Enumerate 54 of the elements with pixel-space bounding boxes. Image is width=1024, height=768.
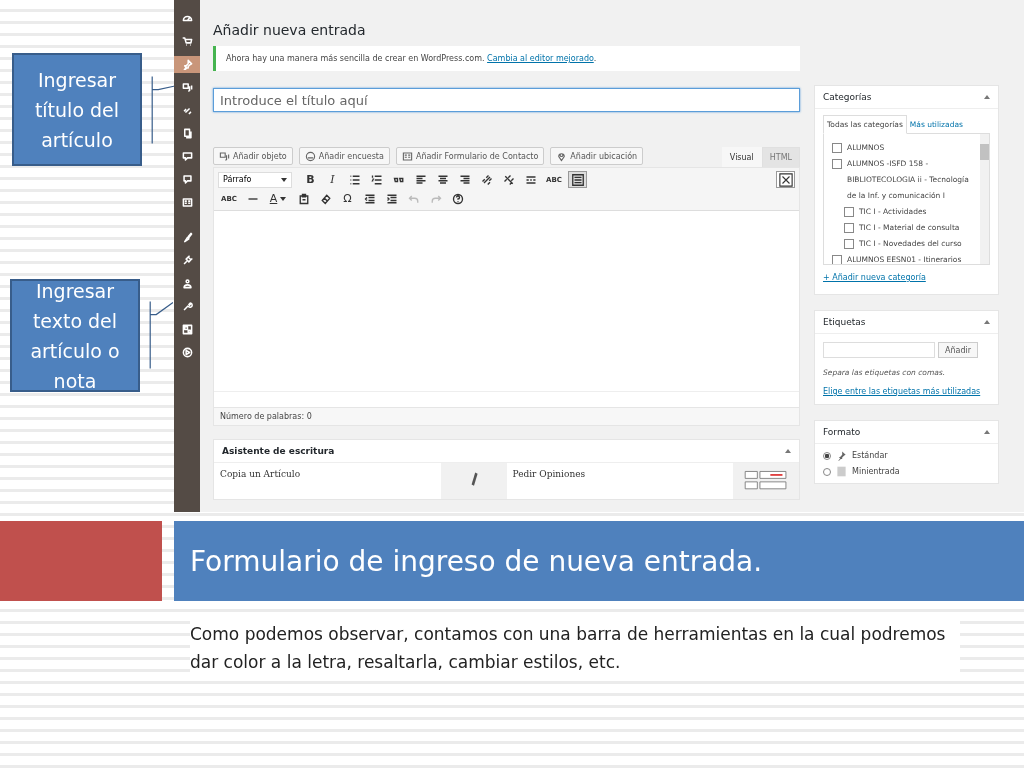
special-character-button[interactable]: Ω	[338, 190, 357, 207]
slide-title: Formulario de ingreso de nueva entrada.	[190, 544, 763, 578]
word-count: Número de palabras: 0	[214, 407, 799, 425]
title-field[interactable]: Introduce el título aquí	[213, 88, 800, 112]
collapse-icon[interactable]	[984, 95, 990, 99]
media-button[interactable]: Añadir Formulario de Contacto	[395, 147, 545, 165]
collapse-icon[interactable]	[984, 430, 990, 434]
pin-menu-icon[interactable]	[174, 56, 200, 73]
editor-tab[interactable]: HTML	[761, 147, 800, 167]
radio-button[interactable]	[823, 467, 831, 476]
checkbox[interactable]	[832, 255, 842, 264]
callout-box: Ingresar texto del artículo o nota	[10, 279, 140, 392]
editor-link[interactable]: Cambia al editor mejorado	[487, 54, 594, 63]
panel-title: Formato	[823, 427, 861, 437]
media-button[interactable]: Añadir objeto	[213, 147, 293, 165]
format-label: Estándar	[852, 451, 888, 460]
format-label: Minientrada	[852, 467, 900, 476]
media-button[interactable]: Añadir ubicación	[550, 147, 644, 165]
card-title: Pedir Opiniones	[511, 468, 587, 481]
collapse-icon[interactable]	[984, 320, 990, 324]
page-heading: Añadir nueva entrada	[213, 22, 367, 38]
toolbar-toggle-button[interactable]	[568, 171, 587, 188]
document-icon	[836, 466, 847, 477]
form-icon	[401, 150, 413, 162]
popular-tags-link[interactable]: Elige entre las etiquetas más utilizadas	[823, 387, 990, 396]
checkbox[interactable]	[844, 207, 854, 217]
bold-button[interactable]: B	[301, 171, 320, 188]
fullscreen-button[interactable]	[776, 171, 795, 188]
radio-button[interactable]	[823, 451, 831, 460]
checkbox[interactable]	[844, 239, 854, 249]
add-tag-button[interactable]: Añadir	[938, 342, 979, 358]
italic-button[interactable]: I	[323, 171, 342, 188]
panel-title: Categorías	[823, 92, 872, 102]
media-icon	[219, 150, 230, 162]
media-button[interactable]: Añadir encuesta	[298, 147, 390, 165]
add-category-link[interactable]: + Añadir nueva categoría	[823, 273, 926, 282]
location-icon	[556, 150, 568, 162]
tag-field[interactable]	[823, 342, 935, 358]
notice-period: .	[593, 54, 597, 63]
checkbox[interactable]	[832, 159, 842, 169]
pin-icon	[836, 450, 847, 461]
notice-text: Ahora hay una manera más sencilla de crear en WordPress.com.	[226, 54, 485, 63]
collapse-icon[interactable]	[785, 449, 791, 453]
panel-title: Asistente de escritura	[222, 446, 335, 456]
callout-box: Ingresar título del artículo	[12, 53, 142, 166]
card-title: Copia un Artículo	[219, 468, 302, 481]
checkbox[interactable]	[832, 143, 842, 153]
panel-title: Etiquetas	[823, 317, 866, 327]
checkbox[interactable]	[844, 223, 854, 233]
text-color-button[interactable]: A	[265, 190, 291, 207]
scrollbar[interactable]	[980, 134, 989, 264]
format-dropdown[interactable]: Párrafo	[218, 171, 292, 188]
poll-icon	[304, 150, 316, 162]
editor-tab[interactable]: Visual	[721, 147, 762, 167]
